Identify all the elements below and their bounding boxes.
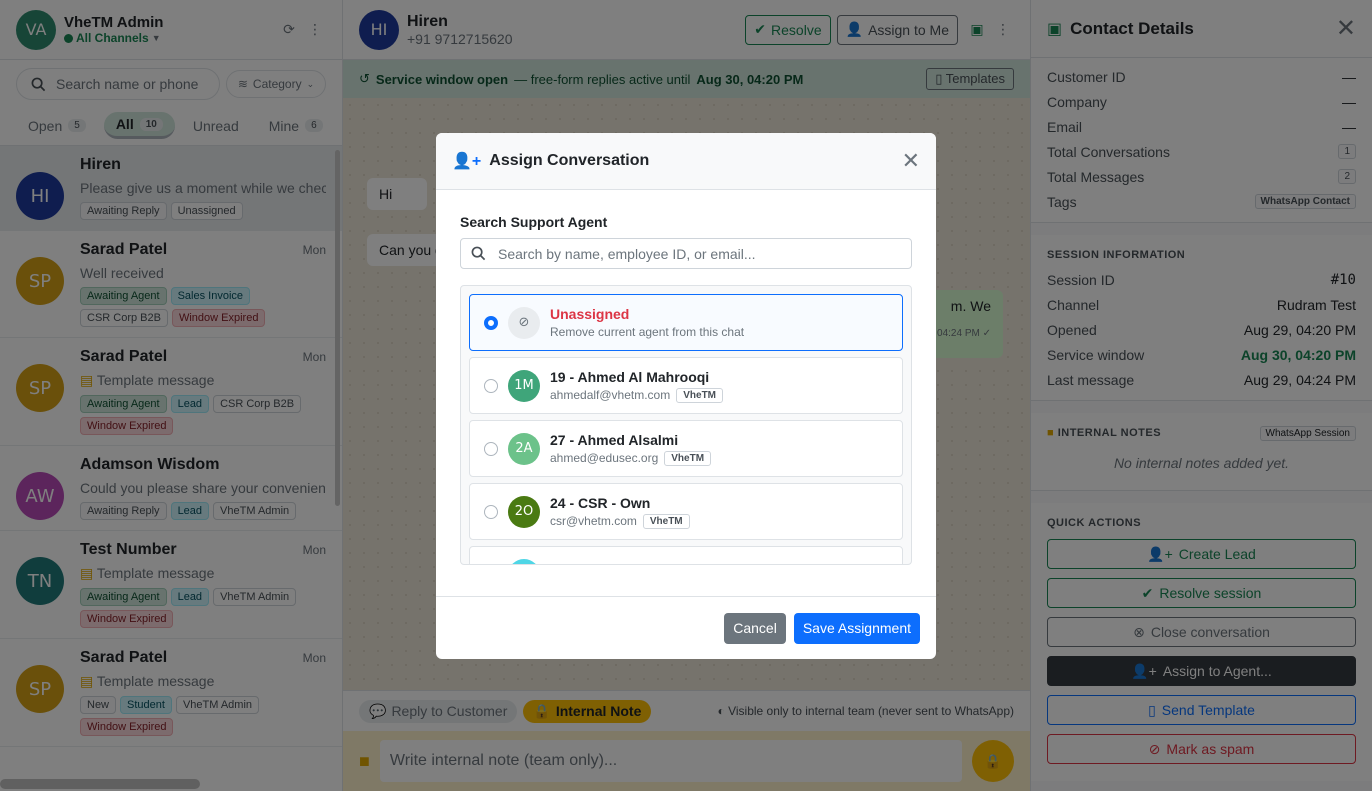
modal-header: 👤+ Assign Conversation ✕ bbox=[436, 133, 936, 190]
org-badge: VheTM bbox=[676, 387, 724, 403]
radio-button[interactable] bbox=[484, 315, 498, 330]
org-badge: VheTM bbox=[642, 513, 690, 529]
search-icon bbox=[471, 246, 486, 261]
user-slash-icon: ⊘ bbox=[508, 306, 540, 339]
radio-button[interactable] bbox=[484, 441, 498, 456]
agent-search-input[interactable]: Search by name, employee ID, or email... bbox=[460, 238, 912, 269]
save-assignment-button[interactable]: Save Assignment bbox=[793, 612, 920, 644]
avatar bbox=[508, 558, 540, 564]
agent-option[interactable]: 25 - CSR Corp B2B bbox=[469, 546, 903, 564]
agent-name: 24 - CSR - Own bbox=[550, 494, 651, 511]
agent-email: csr@vhetm.com bbox=[550, 514, 637, 528]
org-badge: VheTM bbox=[664, 450, 712, 466]
assign-conversation-modal: 👤+ Assign Conversation ✕ Search Support … bbox=[436, 133, 936, 659]
agent-email: ahmed@edusec.org bbox=[550, 451, 659, 465]
cancel-button[interactable]: Cancel bbox=[724, 612, 786, 644]
search-agent-label: Search Support Agent bbox=[460, 214, 608, 230]
radio-button[interactable] bbox=[484, 504, 498, 519]
radio-button[interactable] bbox=[484, 378, 498, 393]
agent-name: 27 - Ahmed Alsalmi bbox=[550, 431, 679, 448]
avatar: 2O bbox=[508, 495, 540, 528]
agent-option[interactable]: 1M 19 - Ahmed Al Mahrooqi ahmedalf@vhetm… bbox=[469, 357, 903, 414]
agent-email: ahmedalf@vhetm.com bbox=[550, 388, 671, 402]
avatar: 1M bbox=[508, 369, 540, 402]
avatar: 2A bbox=[508, 432, 540, 465]
agent-name: 19 - Ahmed Al Mahrooqi bbox=[550, 368, 710, 385]
modal-title: Assign Conversation bbox=[489, 152, 650, 169]
agent-option-unassigned[interactable]: ⊘ Unassigned Remove current agent from t… bbox=[469, 294, 903, 351]
modal-footer: Cancel Save Assignment bbox=[436, 596, 936, 659]
agent-list: ⊘ Unassigned Remove current agent from t… bbox=[460, 285, 912, 565]
agent-option[interactable]: 2O 24 - CSR - Own csr@vhetm.com VheTM bbox=[469, 483, 903, 540]
agent-option[interactable]: 2A 27 - Ahmed Alsalmi ahmed@edusec.org Vh… bbox=[469, 420, 903, 477]
user-plus-icon: 👤+ bbox=[452, 153, 482, 170]
close-icon[interactable]: ✕ bbox=[902, 148, 920, 174]
